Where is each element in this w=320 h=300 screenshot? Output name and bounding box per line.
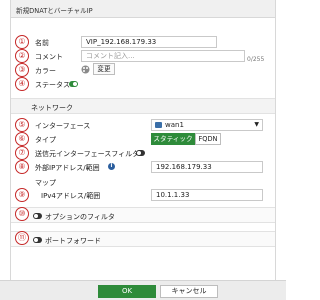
map-label: マップ <box>35 179 56 187</box>
change-color-button[interactable]: 変更 <box>93 63 115 75</box>
chevron-down-icon: ▼ <box>254 121 259 128</box>
marker-4: ④ <box>15 77 29 91</box>
status-toggle[interactable] <box>69 81 78 87</box>
ipv4-label: IPv4アドレス/範囲 <box>41 192 101 200</box>
name-label: 名前 <box>35 39 49 47</box>
marker-7: ⑦ <box>15 146 29 160</box>
marker-9: ⑨ <box>15 188 29 202</box>
port-forward-label: ポートフォワード <box>45 237 101 245</box>
palette-icon <box>81 65 90 74</box>
marker-5: ⑤ <box>15 118 29 132</box>
comment-label: コメント <box>35 53 63 61</box>
interface-select[interactable]: wan1 ▼ <box>151 119 263 131</box>
marker-8: ⑧ <box>15 160 29 174</box>
network-section-header: ネットワーク <box>11 98 275 114</box>
src-filter-label: 送信元インターフェースフィルタ <box>35 150 140 158</box>
type-fqdn[interactable]: FQDN <box>195 133 221 145</box>
comment-textarea[interactable]: コメント記入... <box>81 50 245 62</box>
marker-3: ③ <box>15 63 29 77</box>
network-section-label: ネットワーク <box>31 104 73 112</box>
marker-2: ② <box>15 49 29 63</box>
dialog-title: 新規DNATとバーチャルIP <box>16 7 93 15</box>
marker-10: ⑩ <box>15 207 29 221</box>
dialog-panel: ① 名前 VIP_192.168.179.33 ② コメント コメント記入...… <box>10 18 276 300</box>
cancel-button[interactable]: キャンセル <box>160 285 218 298</box>
optional-filter-label: オプションのフィルタ <box>45 213 115 221</box>
interface-label: インターフェース <box>35 122 91 130</box>
name-input[interactable]: VIP_192.168.179.33 <box>81 36 217 48</box>
marker-1: ① <box>15 35 29 49</box>
optional-filter-row: ⑩ オプションのフィルタ <box>11 207 275 223</box>
status-label: ステータス <box>35 81 70 89</box>
port-forward-row: ⑪ ポートフォワード <box>11 231 275 247</box>
ext-ip-input[interactable]: 192.168.179.33 <box>151 161 263 173</box>
color-label: カラー <box>35 67 56 75</box>
marker-11: ⑪ <box>15 231 29 245</box>
optional-filter-toggle[interactable] <box>33 213 42 219</box>
comment-counter: 0/255 <box>247 56 265 63</box>
ipv4-input[interactable]: 10.1.1.33 <box>151 189 263 201</box>
src-filter-toggle[interactable] <box>136 150 145 156</box>
wan-port-icon <box>155 122 162 128</box>
port-forward-toggle[interactable] <box>33 237 42 243</box>
ext-ip-label: 外部IPアドレス/範囲 <box>35 164 100 172</box>
type-static-nat[interactable]: スタティックNAT <box>151 133 195 153</box>
interface-value: wan1 <box>165 121 184 129</box>
type-label: タイプ <box>35 136 56 144</box>
info-icon[interactable]: i <box>108 163 115 170</box>
dialog-footer: OK キャンセル <box>0 280 286 300</box>
dialog-titlebar: 新規DNATとバーチャルIP <box>10 0 276 18</box>
ok-button[interactable]: OK <box>98 285 156 298</box>
marker-6: ⑥ <box>15 132 29 146</box>
